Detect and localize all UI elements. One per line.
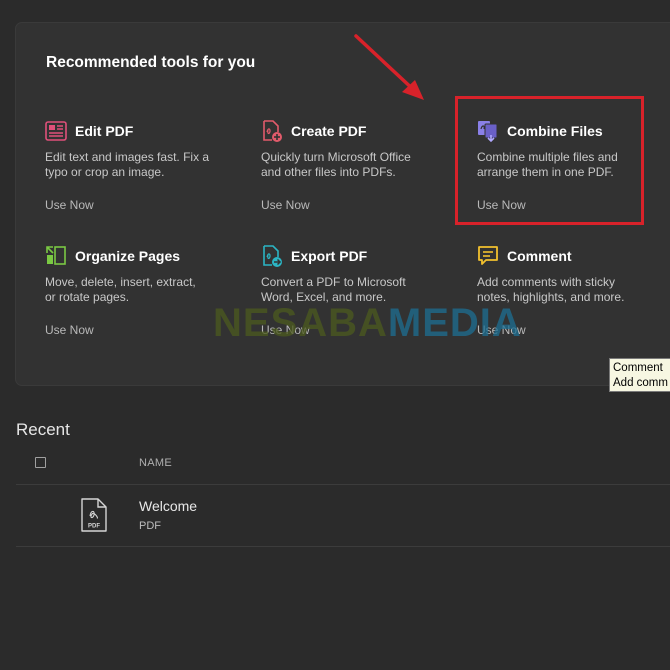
use-now-link[interactable]: Use Now — [45, 323, 235, 337]
tool-description-line: Word, Excel, and more. — [261, 290, 387, 304]
panel-title: Recommended tools for you — [46, 54, 256, 71]
tool-description: Quickly turn Microsoft Office and other … — [261, 150, 451, 182]
tool-name: Organize Pages — [75, 248, 181, 264]
tool-comment[interactable]: Comment Add comments with sticky notes, … — [477, 245, 667, 337]
recent-heading: Recent — [16, 420, 70, 439]
tooltip-title: Comment — [613, 362, 663, 374]
tool-description-line: typo or crop an image. — [45, 165, 165, 179]
use-now-link[interactable]: Use Now — [45, 198, 235, 212]
tool-description-line: or rotate pages. — [45, 290, 130, 304]
tool-description: Edit text and images fast. Fix a typo or… — [45, 150, 235, 182]
create-pdf-icon — [261, 120, 283, 142]
tool-description-line: Convert a PDF to Microsoft — [261, 275, 406, 289]
tooltip: Comment Add comm — [609, 358, 670, 392]
tool-description: Convert a PDF to Microsoft Word, Excel, … — [261, 275, 451, 307]
tool-name: Edit PDF — [75, 123, 134, 139]
red-arrow-icon — [350, 32, 430, 112]
use-now-link[interactable]: Use Now — [261, 323, 451, 337]
file-type: PDF — [139, 520, 161, 532]
tool-edit-pdf[interactable]: Edit PDF Edit text and images fast. Fix … — [45, 120, 235, 212]
use-now-link[interactable]: Use Now — [261, 198, 451, 212]
acrobat-home-page: Recommended tools for you Edit PDF Edit … — [0, 0, 670, 670]
tool-description-line: Move, delete, insert, extract, — [45, 275, 196, 289]
tool-description-line: notes, highlights, and more. — [477, 290, 625, 304]
column-header-name[interactable]: NAME — [139, 457, 172, 469]
tool-name: Export PDF — [291, 248, 368, 264]
tool-description-line: Quickly turn Microsoft Office — [261, 150, 411, 164]
comment-icon — [477, 245, 499, 267]
tooltip-text: Add comm — [613, 377, 668, 389]
tool-description-line: Add comments with sticky — [477, 275, 616, 289]
tool-description-line: and other files into PDFs. — [261, 165, 396, 179]
table-row[interactable]: PDF Welcome PDF — [16, 485, 670, 547]
edit-pdf-icon — [45, 120, 67, 142]
tool-name: Comment — [507, 248, 572, 264]
tool-description: Move, delete, insert, extract, or rotate… — [45, 275, 235, 307]
tool-export-pdf[interactable]: Export PDF Convert a PDF to Microsoft Wo… — [261, 245, 451, 337]
select-all-checkbox[interactable] — [35, 457, 46, 468]
highlight-box — [455, 96, 644, 225]
tool-description-line: Edit text and images fast. Fix a — [45, 150, 210, 164]
export-pdf-icon — [261, 245, 283, 267]
pdf-file-icon: PDF — [80, 498, 108, 537]
recent-table-header: NAME — [16, 447, 670, 485]
tool-organize-pages[interactable]: Organize Pages Move, delete, insert, ext… — [45, 245, 235, 337]
pdf-icon-label: PDF — [88, 524, 100, 530]
tool-name: Create PDF — [291, 123, 367, 139]
organize-pages-icon — [45, 245, 67, 267]
tool-description: Add comments with sticky notes, highligh… — [477, 275, 667, 307]
tool-create-pdf[interactable]: Create PDF Quickly turn Microsoft Office… — [261, 120, 451, 212]
file-name: Welcome — [139, 498, 198, 514]
use-now-link[interactable]: Use Now — [477, 323, 667, 337]
